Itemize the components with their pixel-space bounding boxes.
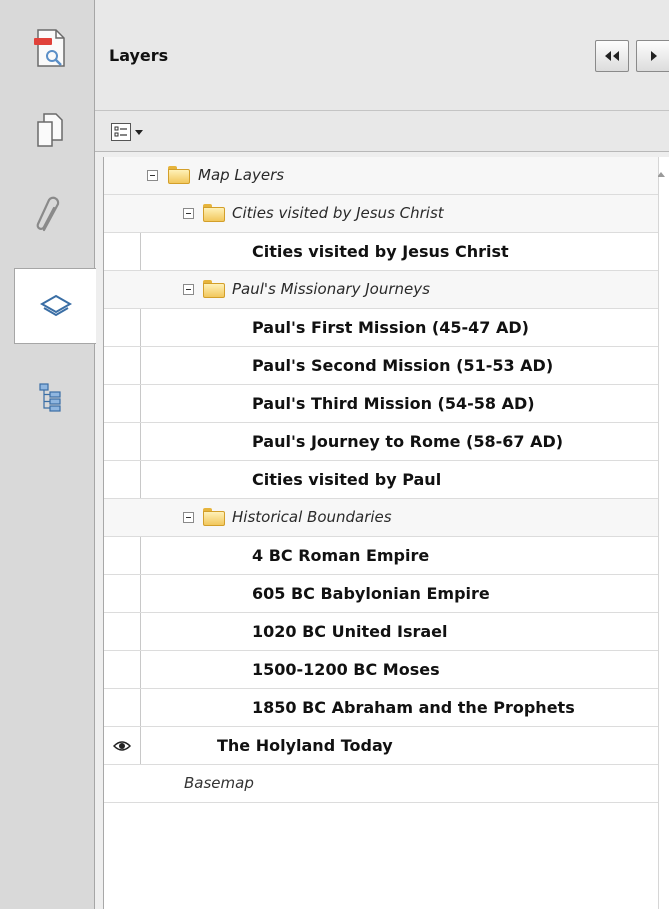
visibility-checkbox[interactable] [104,423,141,460]
tree-group-jesus-cities[interactable]: Cities visited by Jesus Christ [104,195,658,233]
page-thumbnails-button[interactable] [14,10,86,86]
eye-icon [113,740,131,751]
chevron-down-icon [135,129,143,135]
layer-row-holyland[interactable]: The Holyland Today [104,727,658,765]
layer-row[interactable]: 4 BC Roman Empire [104,537,658,575]
pages-icon [37,113,63,147]
layers-panel: Layers Map Layers Cities visited by Jesu… [95,0,669,909]
visibility-checkbox[interactable] [104,727,141,764]
tree-group-paul-journeys[interactable]: Paul's Missionary Journeys [104,271,658,309]
visibility-checkbox[interactable] [104,461,141,498]
collapse-toggle-icon[interactable] [183,512,194,523]
group-label: Paul's Missionary Journeys [232,280,430,298]
layer-label: Paul's Second Mission (51-53 AD) [252,356,554,375]
layers-tree: Map Layers Cities visited by Jesus Chris… [103,157,669,909]
layer-label: Paul's Journey to Rome (58-67 AD) [252,432,564,451]
right-arrow-icon [651,51,657,61]
collapse-toggle-icon[interactable] [183,208,194,219]
layers-toolbar [95,111,669,152]
layer-row[interactable]: Paul's Second Mission (51-53 AD) [104,347,658,385]
layers-button[interactable] [14,268,96,344]
layer-row[interactable]: Cities visited by Paul [104,461,658,499]
folder-icon [203,280,225,298]
layer-label: 1020 BC United Israel [252,622,448,641]
attachments-icon [36,196,60,232]
collapse-toggle-icon[interactable] [183,284,194,295]
visibility-checkbox[interactable] [104,613,141,650]
visibility-checkbox[interactable] [104,233,141,270]
page-thumbnail-icon [34,29,65,67]
visibility-checkbox[interactable] [104,689,141,726]
group-label: Historical Boundaries [232,508,392,526]
visibility-checkbox[interactable] [104,347,141,384]
layer-label: Paul's First Mission (45-47 AD) [252,318,529,337]
tree-divider [658,157,659,909]
layer-label: Paul's Third Mission (54-58 AD) [252,394,535,413]
folder-icon [203,508,225,526]
visibility-checkbox[interactable] [104,575,141,612]
layer-label: Cities visited by Paul [252,470,442,489]
folder-icon [168,166,190,184]
group-label: Map Layers [198,166,285,184]
basemap-row[interactable]: Basemap [104,765,658,803]
layer-row[interactable]: 605 BC Babylonian Empire [104,575,658,613]
bookmarks-icon [39,383,61,412]
attachments-button[interactable] [14,178,86,254]
pages-button[interactable] [14,92,86,168]
layer-label: The Holyland Today [217,736,393,755]
navigation-rail [0,0,96,909]
visibility-checkbox[interactable] [104,537,141,574]
scroll-up-icon [657,171,665,177]
collapse-panel-button[interactable] [595,40,629,72]
tree-group-historical-boundaries[interactable]: Historical Boundaries [104,499,658,537]
layer-row[interactable]: Paul's First Mission (45-47 AD) [104,309,658,347]
collapse-toggle-icon[interactable] [147,170,158,181]
panel-header: Layers [95,0,669,111]
bookmarks-button[interactable] [14,358,86,434]
layer-row[interactable]: 1500-1200 BC Moses [104,651,658,689]
visibility-checkbox[interactable] [104,651,141,688]
layer-label: 4 BC Roman Empire [252,546,430,565]
tree-group-map-layers[interactable]: Map Layers [104,157,658,195]
layer-row[interactable]: Paul's Journey to Rome (58-67 AD) [104,423,658,461]
layer-label: 1850 BC Abraham and the Prophets [252,698,575,717]
layer-label: 605 BC Babylonian Empire [252,584,490,603]
basemap-label: Basemap [184,774,254,792]
layer-label: Cities visited by Jesus Christ [252,242,509,261]
layer-row[interactable]: Paul's Third Mission (54-58 AD) [104,385,658,423]
layers-icon [39,294,72,317]
layer-label: 1500-1200 BC Moses [252,660,440,679]
expand-panel-button[interactable] [636,40,669,72]
visibility-checkbox[interactable] [104,309,141,346]
layer-row[interactable]: Cities visited by Jesus Christ [104,233,658,271]
layer-row[interactable]: 1020 BC United Israel [104,613,658,651]
layer-row[interactable]: 1850 BC Abraham and the Prophets [104,689,658,727]
options-list-icon [111,123,131,141]
visibility-checkbox[interactable] [104,385,141,422]
empty-row [104,803,658,841]
options-button[interactable] [111,122,143,142]
group-label: Cities visited by Jesus Christ [232,204,444,222]
double-left-arrow-icon [605,51,619,61]
panel-title: Layers [109,46,169,65]
folder-icon [203,204,225,222]
